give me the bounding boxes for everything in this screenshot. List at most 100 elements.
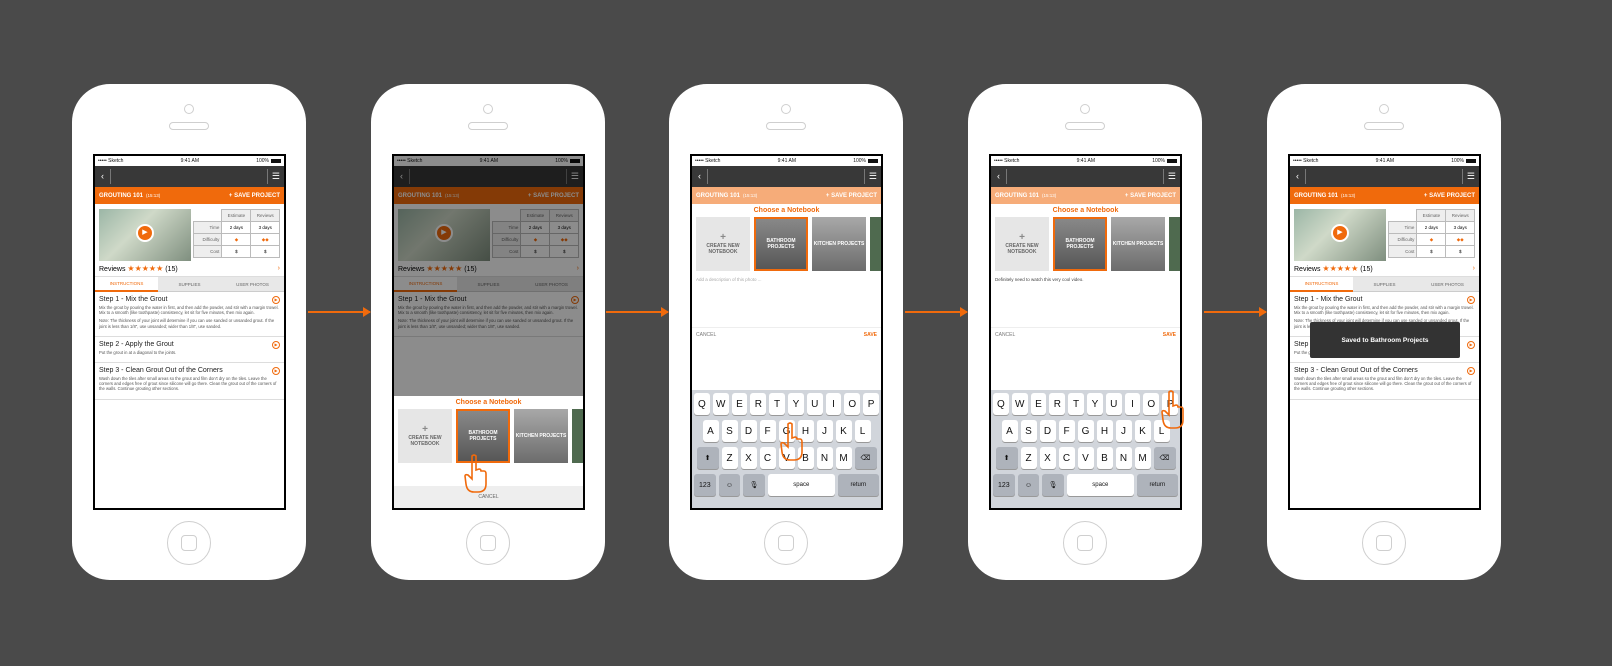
key[interactable]: C bbox=[759, 447, 776, 469]
tab-user-photos[interactable]: USER PHOTOS bbox=[221, 277, 284, 292]
back-icon[interactable]: ‹ bbox=[1290, 169, 1306, 184]
key[interactable]: J bbox=[1115, 420, 1132, 442]
key[interactable]: A bbox=[1001, 420, 1018, 442]
key[interactable]: Y bbox=[1087, 393, 1103, 415]
microphone-icon[interactable]: 🎙 bbox=[1042, 474, 1064, 496]
play-icon[interactable]: ▶ bbox=[1467, 340, 1475, 349]
key[interactable]: S bbox=[721, 420, 738, 442]
key[interactable]: C bbox=[1058, 447, 1075, 469]
emoji-icon[interactable]: ☺ bbox=[1017, 474, 1040, 496]
key[interactable]: A bbox=[702, 420, 719, 442]
save-button[interactable]: SAVE bbox=[1163, 332, 1176, 338]
home-button[interactable] bbox=[1362, 521, 1406, 565]
key[interactable]: O bbox=[844, 393, 861, 415]
microphone-icon[interactable]: 🎙 bbox=[743, 474, 765, 496]
description-input[interactable]: Add a description of this photo ... bbox=[692, 271, 881, 328]
emoji-icon[interactable]: ☺ bbox=[718, 474, 741, 496]
key[interactable]: O bbox=[1143, 393, 1160, 415]
shift-icon[interactable]: ⬆ bbox=[696, 447, 719, 469]
key[interactable]: H bbox=[1096, 420, 1113, 442]
key[interactable]: E bbox=[1030, 393, 1047, 415]
key[interactable]: F bbox=[759, 420, 776, 442]
return-key[interactable]: return bbox=[837, 474, 879, 496]
key[interactable]: Y bbox=[788, 393, 804, 415]
numbers-key[interactable]: 123 bbox=[694, 474, 716, 496]
menu-icon[interactable]: ☰ bbox=[266, 169, 284, 184]
play-icon[interactable]: ▶ bbox=[1467, 367, 1475, 376]
menu-icon[interactable]: ☰ bbox=[863, 169, 881, 184]
play-icon[interactable]: ▶ bbox=[272, 340, 280, 349]
key[interactable]: M bbox=[835, 447, 852, 469]
play-icon[interactable]: ▶ bbox=[1467, 296, 1475, 304]
key[interactable]: Q bbox=[694, 393, 710, 415]
back-icon[interactable]: ‹ bbox=[991, 169, 1007, 184]
chevron-right-icon[interactable]: › bbox=[1473, 265, 1475, 272]
key[interactable]: L bbox=[854, 420, 871, 442]
video-thumbnail[interactable]: ▶ bbox=[99, 209, 191, 261]
key[interactable]: G bbox=[1077, 420, 1094, 442]
home-button[interactable] bbox=[1063, 521, 1107, 565]
play-icon[interactable]: ▶ bbox=[272, 367, 280, 376]
space-key[interactable]: space bbox=[767, 474, 835, 496]
key[interactable]: D bbox=[1039, 420, 1056, 442]
key[interactable]: N bbox=[816, 447, 833, 469]
delete-icon[interactable]: ⌫ bbox=[1153, 447, 1176, 469]
delete-icon[interactable]: ⌫ bbox=[854, 447, 877, 469]
create-notebook-button[interactable]: + CREATE NEW NOTEBOOK bbox=[696, 217, 750, 271]
play-icon[interactable]: ▶ bbox=[272, 296, 280, 304]
home-button[interactable] bbox=[167, 521, 211, 565]
cancel-button[interactable]: CANCEL bbox=[696, 332, 716, 338]
key[interactable]: U bbox=[806, 393, 823, 415]
key[interactable]: M bbox=[1134, 447, 1151, 469]
key[interactable]: D bbox=[740, 420, 757, 442]
notebook-more[interactable]: PF bbox=[572, 409, 583, 463]
create-notebook-button[interactable]: + CREATE NEW NOTEBOOK bbox=[398, 409, 452, 463]
cancel-button[interactable]: CANCEL bbox=[995, 332, 1015, 338]
menu-icon[interactable]: ☰ bbox=[1162, 169, 1180, 184]
tab-supplies[interactable]: SUPPLIES bbox=[158, 277, 221, 292]
notebook-kitchen[interactable]: KITCHEN PROJECTS bbox=[1111, 217, 1165, 271]
key[interactable]: K bbox=[835, 420, 852, 442]
key[interactable]: R bbox=[750, 393, 767, 415]
numbers-key[interactable]: 123 bbox=[993, 474, 1015, 496]
shift-icon[interactable]: ⬆ bbox=[995, 447, 1018, 469]
back-icon[interactable]: ‹ bbox=[95, 169, 111, 184]
tab-user-photos[interactable]: USER PHOTOS bbox=[1416, 277, 1479, 292]
play-icon[interactable]: ▶ bbox=[1331, 224, 1349, 242]
key[interactable]: U bbox=[1105, 393, 1122, 415]
tab-instructions[interactable]: INSTRUCTIONS bbox=[95, 277, 158, 292]
notebook-kitchen[interactable]: KITCHEN PROJECTS bbox=[514, 409, 568, 463]
key[interactable]: E bbox=[731, 393, 748, 415]
key[interactable]: S bbox=[1020, 420, 1037, 442]
notebook-list[interactable]: + CREATE NEW NOTEBOOK BATHROOM PROJECTS K… bbox=[692, 217, 881, 271]
key[interactable]: W bbox=[712, 393, 729, 415]
save-project-button[interactable]: + SAVE PROJECT bbox=[1424, 193, 1475, 199]
key[interactable]: X bbox=[740, 447, 757, 469]
key[interactable]: R bbox=[1049, 393, 1066, 415]
key[interactable]: J bbox=[816, 420, 833, 442]
key[interactable]: T bbox=[1068, 393, 1084, 415]
space-key[interactable]: space bbox=[1066, 474, 1134, 496]
notebook-more[interactable]: PF bbox=[870, 217, 881, 271]
key[interactable]: V bbox=[1077, 447, 1094, 469]
reviews-row[interactable]: Reviews ★★★★★ (15) › bbox=[95, 260, 284, 277]
back-icon[interactable]: ‹ bbox=[692, 169, 708, 184]
home-button[interactable] bbox=[764, 521, 808, 565]
notebook-list[interactable]: + CREATE NEW NOTEBOOK BATHROOM PROJECTS K… bbox=[991, 217, 1180, 271]
key[interactable]: Z bbox=[1020, 447, 1037, 469]
key[interactable]: N bbox=[1115, 447, 1132, 469]
key[interactable]: I bbox=[1124, 393, 1141, 415]
notebook-bathroom[interactable]: BATHROOM PROJECTS bbox=[754, 217, 808, 271]
save-project-button[interactable]: + SAVE PROJECT bbox=[229, 193, 280, 199]
key[interactable]: K bbox=[1134, 420, 1151, 442]
description-input[interactable]: Definitely need to watch this very cool … bbox=[991, 271, 1180, 328]
video-thumbnail[interactable]: ▶ bbox=[1294, 209, 1386, 261]
key[interactable]: X bbox=[1039, 447, 1056, 469]
key[interactable]: W bbox=[1011, 393, 1028, 415]
menu-icon[interactable]: ☰ bbox=[1461, 169, 1479, 184]
notebook-more[interactable]: PF bbox=[1169, 217, 1180, 271]
key[interactable]: B bbox=[1096, 447, 1113, 469]
key[interactable]: I bbox=[825, 393, 842, 415]
key[interactable]: Z bbox=[721, 447, 738, 469]
key[interactable]: F bbox=[1058, 420, 1075, 442]
